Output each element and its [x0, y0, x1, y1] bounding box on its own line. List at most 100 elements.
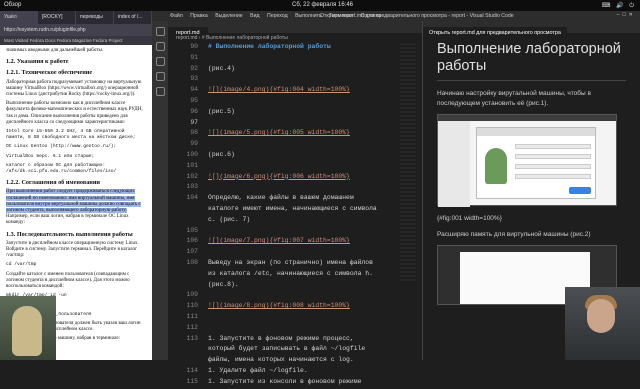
- line-number: 110: [186, 302, 198, 310]
- code-line[interactable]: каталоге имеют имена, начинающиеся с сим…: [168, 205, 422, 216]
- line-number: 105: [186, 226, 198, 234]
- run-debug-icon[interactable]: [155, 72, 165, 81]
- bookmarks-bar[interactable]: Most Visited Fedora Docs Fedora Magazine…: [0, 36, 152, 45]
- explorer-icon[interactable]: [155, 27, 165, 36]
- code-text: (рис.6): [208, 150, 235, 158]
- preview-paragraph: Начинаю настройку вирутальной машины, чт…: [437, 90, 591, 107]
- code-line[interactable]: который будет записывать в файл ~/logfil…: [168, 345, 422, 356]
- doc-subheading: 1.2.2. Соглашения об именовании: [6, 179, 100, 187]
- code-line[interactable]: 95: [168, 97, 422, 108]
- menu-file[interactable]: Файл: [170, 13, 183, 19]
- doc-subheading: 1.2.1. Техническое обеспечение: [6, 69, 93, 77]
- code-text: (рис.8).: [208, 280, 239, 288]
- preview-paragraph: Расширяю память для виртульной машины (р…: [437, 230, 591, 238]
- line-number: 92: [190, 64, 198, 72]
- highlighted-text[interactable]: При выполнении работ следует придерживат…: [6, 189, 141, 214]
- minimap[interactable]: [400, 43, 416, 283]
- line-number: 98: [190, 129, 198, 137]
- extensions-icon[interactable]: [155, 87, 165, 96]
- code-lines[interactable]: 90 # Выполнение лабораторной работы 91 92 (р…: [168, 43, 422, 389]
- source-control-icon[interactable]: [155, 57, 165, 66]
- code-text: 1. Запустите в фоновом режиме процесс,: [208, 334, 354, 342]
- line-number: 95: [190, 96, 198, 104]
- system-tray-icons[interactable]: ⌨ 🔊 ⏻: [602, 2, 636, 10]
- code-text: ![](image/8.png){#fig:008 width=100%}: [208, 302, 350, 310]
- code-line[interactable]: 106 ![](image/7.png){#fig:007 width=100%}: [168, 237, 422, 248]
- menu-selection[interactable]: Выделение: [215, 13, 243, 19]
- line-number: 102: [186, 172, 198, 180]
- code-line[interactable]: 111: [168, 313, 422, 324]
- code-line[interactable]: c. (рис. 7): [168, 216, 422, 227]
- code-line[interactable]: 96 (рис.5): [168, 108, 422, 119]
- line-number: 114: [186, 366, 198, 374]
- code-text: ![](image/6.png){#fig:006 width=100%}: [208, 172, 350, 180]
- browser-tab[interactable]: переводы: [76, 11, 114, 24]
- code-line[interactable]: 90 # Выполнение лабораторной работы: [168, 43, 422, 54]
- code-line[interactable]: 102 ![](image/6.png){#fig:006 width=100%}: [168, 173, 422, 184]
- code-line[interactable]: 91: [168, 54, 422, 65]
- line-number: 94: [190, 86, 198, 94]
- code-line[interactable]: 112: [168, 324, 422, 335]
- menu-view[interactable]: Вид: [250, 13, 259, 19]
- code-line[interactable]: 104 Определю, какие файлы в вашем домашне…: [168, 194, 422, 205]
- code-line[interactable]: 98 ![](image/5.png){#fig:005 width=100%}: [168, 129, 422, 140]
- preview-heading: Выполнение лабораторной работы: [437, 41, 626, 81]
- browser-tab[interactable]: [ROCKY]: [38, 11, 76, 24]
- code-line[interactable]: 93: [168, 75, 422, 86]
- code-line[interactable]: 101: [168, 162, 422, 173]
- code-line[interactable]: 107: [168, 248, 422, 259]
- code-line[interactable]: 97: [168, 119, 422, 130]
- activity-bar: [152, 21, 168, 360]
- code-line[interactable]: (рис.8).: [168, 281, 422, 292]
- doc-paragraph: Запустите в дисплейном классе операционн…: [6, 240, 139, 259]
- line-number: 104: [186, 194, 198, 202]
- code-line[interactable]: 99: [168, 140, 422, 151]
- line-number: 97: [190, 118, 198, 126]
- code-line[interactable]: 110 ![](image/8.png){#fig:008 width=100%}: [168, 302, 422, 313]
- code-text: Определю, какие файлы в вашем домашнем: [208, 194, 354, 202]
- preview-tab[interactable]: Открыть report.md для предварительного п…: [423, 27, 567, 39]
- browser-tab[interactable]: Ушёл: [0, 11, 38, 24]
- browser-tab-strip: Ушёл [ROCKY] переводы index of /...: [0, 11, 152, 24]
- doc-list-item: Intel Core i5-550 3.2 GHz, 4 GB оператив…: [6, 129, 136, 141]
- code-text: # Выполнение лабораторной работы: [208, 43, 331, 50]
- title-bar: Файл Правка Выделение Вид Переход Выполн…: [152, 11, 640, 21]
- line-number: 93: [190, 75, 198, 83]
- code-line[interactable]: 92 (рис.4): [168, 65, 422, 76]
- code-text: (рис.4): [208, 64, 235, 72]
- code-text: из каталога /etc, начинающиеся с символа…: [208, 269, 373, 277]
- code-line[interactable]: 115 1. Запустите из консоли в фоновом реж…: [168, 378, 422, 389]
- code-text: Выведу на экран (по странично) имена фай…: [208, 258, 373, 266]
- line-number: 111: [186, 312, 198, 320]
- breadcrumb[interactable]: report.md › # Выполнение лабораторной ра…: [168, 33, 422, 42]
- line-number: 99: [190, 140, 198, 148]
- menu-go[interactable]: Переход: [267, 13, 288, 19]
- menu-run[interactable]: Выполнить: [295, 13, 322, 19]
- code-line[interactable]: 113 1. Запустите в фоновом режиме процесс…: [168, 335, 422, 346]
- code-line[interactable]: 100 (рис.6): [168, 151, 422, 162]
- code-line[interactable]: 109: [168, 291, 422, 302]
- code-line[interactable]: из каталога /etc, начинающиеся с символа…: [168, 270, 422, 281]
- doc-command: cd /var/tmp: [6, 262, 37, 268]
- webcam-overlay-left: [0, 296, 56, 360]
- window-controls[interactable]: –□✕: [617, 12, 636, 18]
- menu-edit[interactable]: Правка: [190, 13, 208, 19]
- code-line[interactable]: 103: [168, 183, 422, 194]
- line-number: 106: [186, 237, 198, 245]
- code-line[interactable]: 114 1. Удалите файл ~/logfile.: [168, 367, 422, 378]
- line-number: 96: [190, 107, 198, 115]
- person-face-image: [587, 299, 615, 333]
- line-number: 109: [186, 291, 198, 299]
- code-line[interactable]: файлы, имена которых начинаются с log.: [168, 356, 422, 367]
- code-line[interactable]: 105: [168, 227, 422, 238]
- code-line[interactable]: 94 ![](image/4.png){#fig:004 width=100%}: [168, 86, 422, 97]
- doc-paragraph: Лабораторная работа подразумевает устано…: [6, 79, 142, 98]
- code-line[interactable]: 108 Выведу на экран (по странично) имена …: [168, 259, 422, 270]
- address-bar[interactable]: https://esystem.rudn.ru/pluginfile.php: [0, 24, 152, 36]
- activities-button[interactable]: Обзор: [4, 2, 21, 8]
- browser-tab[interactable]: index of /...: [114, 11, 152, 24]
- search-icon[interactable]: [155, 42, 165, 51]
- clock[interactable]: Сб, 22 февраля 16:46: [292, 2, 353, 8]
- line-number: 101: [186, 161, 198, 169]
- code-text: ![](image/7.png){#fig:007 width=100%}: [208, 237, 350, 245]
